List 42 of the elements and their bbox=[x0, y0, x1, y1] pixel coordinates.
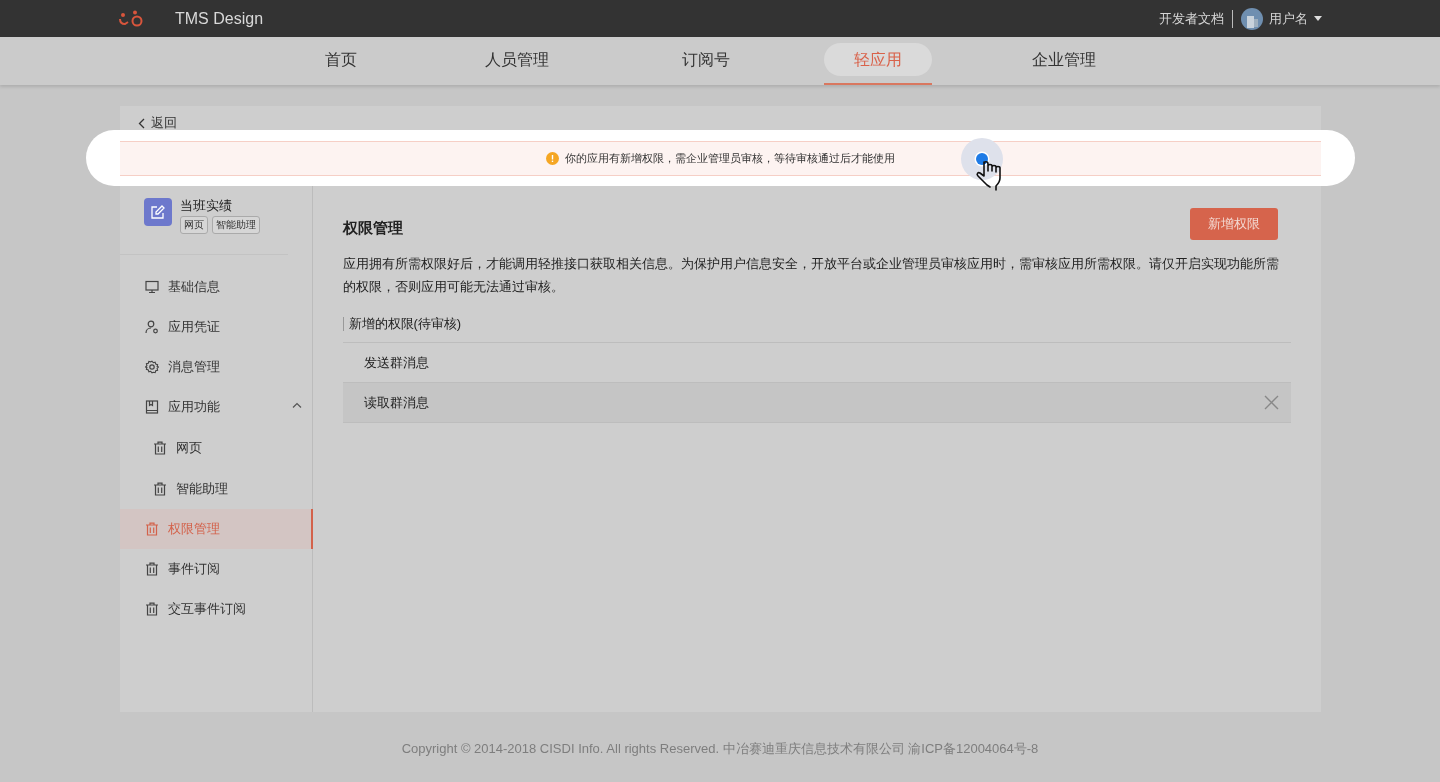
brand-name: TMS Design bbox=[175, 9, 264, 28]
gear-icon bbox=[144, 360, 159, 374]
nav-tab[interactable]: 首页 bbox=[317, 37, 365, 83]
trash-icon bbox=[144, 562, 159, 576]
sidebar-item[interactable]: 交互事件订阅 bbox=[119, 589, 312, 629]
back-link[interactable]: 返回 bbox=[137, 116, 177, 130]
trash-icon bbox=[144, 602, 159, 616]
trash-icon bbox=[152, 440, 167, 455]
monitor-icon bbox=[144, 280, 159, 294]
page-title: 权限管理 bbox=[342, 217, 403, 238]
app-tag: 网页 bbox=[179, 216, 208, 234]
close-icon[interactable] bbox=[1263, 395, 1279, 410]
permission-name: 发送群消息 bbox=[363, 353, 429, 372]
notice-text: 你的应用有新增权限，需企业管理员审核，等待审核通过后才能使用 bbox=[564, 150, 895, 166]
warning-icon bbox=[545, 151, 559, 165]
sidebar-item[interactable]: 基础信息 bbox=[119, 267, 312, 307]
nav-tab[interactable]: 人员管理 bbox=[477, 37, 557, 83]
nav-tab[interactable]: 订阅号 bbox=[674, 37, 738, 83]
sidebar-item[interactable]: 应用凭证 bbox=[119, 307, 312, 347]
sidebar-item[interactable]: 消息管理 bbox=[119, 347, 312, 387]
app-tag: 智能助理 bbox=[211, 216, 260, 234]
description-text: 应用拥有所需权限好后，才能调用轻推接口获取相关信息。为保护用户信息安全，开放平台或企业管理员审核应用时，需审核应用所需权限。请仅开启实现功能所需的权限，否则应用可能无法通过审核。 bbox=[342, 255, 1280, 296]
section-title: 新增的权限(待审核) bbox=[342, 317, 1291, 331]
app-name: 当班实绩 bbox=[179, 198, 233, 213]
sidebar-item[interactable]: 网页 bbox=[119, 427, 312, 468]
logo-icon bbox=[118, 8, 144, 29]
book-icon bbox=[144, 400, 159, 414]
caret-icon bbox=[1314, 16, 1322, 21]
permission-name: 读取群消息 bbox=[363, 393, 429, 412]
chevron-left-icon bbox=[137, 117, 145, 129]
trash-icon bbox=[152, 481, 167, 496]
person-icon bbox=[144, 320, 159, 334]
docs-link[interactable]: 开发者文档 bbox=[1159, 9, 1224, 28]
sidebar-item[interactable]: 事件订阅 bbox=[119, 549, 312, 589]
app-icon bbox=[143, 198, 172, 226]
avatar-icon bbox=[1241, 7, 1263, 30]
sidebar-item[interactable]: 应用功能 bbox=[119, 387, 312, 427]
footer-text: Copyright © 2014-2018 CISDI Info. All rights Reserved. 中冶赛迪重庆信息技术有限公司 渝ICP备12004064号-8 bbox=[400, 740, 1040, 758]
nav-tab[interactable]: 企业管理 bbox=[1024, 37, 1104, 83]
sidebar-item[interactable]: 智能助理 bbox=[119, 468, 312, 509]
user-menu[interactable]: 用户名 bbox=[1241, 7, 1322, 30]
trash-icon bbox=[144, 522, 159, 536]
